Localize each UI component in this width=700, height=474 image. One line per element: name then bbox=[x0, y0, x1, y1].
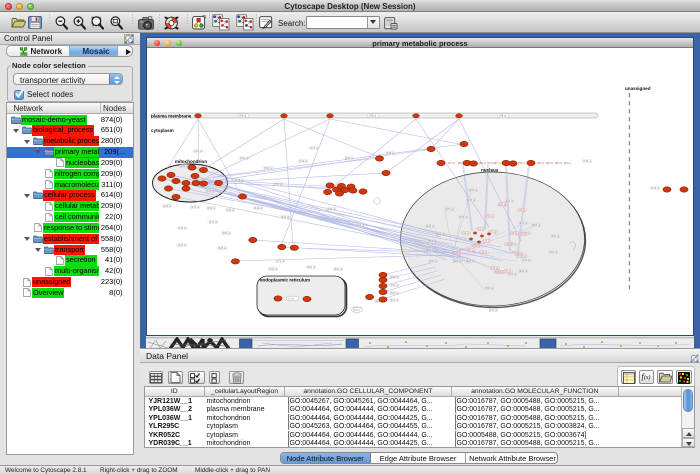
svg-text:[205 o]: [205 o] bbox=[522, 258, 530, 262]
svg-text:[68 o]: [68 o] bbox=[240, 114, 247, 118]
svg-text:[653 o]: [653 o] bbox=[426, 248, 434, 252]
svg-text:[3 o]: [3 o] bbox=[289, 297, 294, 301]
svg-text:[664 o]: [664 o] bbox=[334, 267, 342, 271]
svg-text:[684 o]: [684 o] bbox=[453, 259, 461, 263]
svg-text:[619 o]: [619 o] bbox=[254, 206, 262, 210]
svg-text:[506 o]: [506 o] bbox=[390, 298, 398, 302]
svg-text:[829 o]: [829 o] bbox=[466, 259, 474, 263]
svg-text:[660 o]: [660 o] bbox=[485, 286, 493, 290]
svg-text:[147 o]: [147 o] bbox=[467, 198, 475, 202]
svg-text:[53 o]: [53 o] bbox=[487, 214, 494, 218]
svg-text:[684 o]: [684 o] bbox=[551, 234, 559, 238]
svg-text:[534 o]: [534 o] bbox=[281, 215, 289, 219]
svg-text:[946 o]: [946 o] bbox=[356, 223, 364, 227]
svg-text:[745 o]: [745 o] bbox=[583, 159, 591, 163]
svg-text:endoplasmic reticulum: endoplasmic reticulum bbox=[260, 278, 310, 283]
svg-text:[64 o]: [64 o] bbox=[537, 161, 544, 165]
svg-text:[73 o]: [73 o] bbox=[492, 266, 499, 270]
svg-text:[247 o]: [247 o] bbox=[420, 241, 428, 245]
svg-text:[53 o]: [53 o] bbox=[478, 227, 485, 231]
svg-text:[19 o]: [19 o] bbox=[481, 250, 488, 254]
svg-text:[690 o]: [690 o] bbox=[390, 291, 398, 295]
svg-text:[78 o]: [78 o] bbox=[518, 161, 525, 165]
svg-text:[174 o]: [174 o] bbox=[310, 146, 318, 150]
svg-text:[56 o]: [56 o] bbox=[370, 114, 377, 118]
svg-text:cytoplasm: cytoplasm bbox=[151, 128, 174, 133]
svg-text:[97 o]: [97 o] bbox=[494, 161, 501, 165]
svg-text:[254 o]: [254 o] bbox=[240, 156, 248, 160]
svg-text:plasma membrane: plasma membrane bbox=[151, 114, 192, 119]
svg-text:[160 o]: [160 o] bbox=[327, 207, 335, 211]
svg-text:[192 o]: [192 o] bbox=[307, 265, 315, 269]
svg-text:[696 o]: [696 o] bbox=[390, 275, 398, 279]
svg-text:[69 o]: [69 o] bbox=[555, 161, 562, 165]
svg-text:nucleus: nucleus bbox=[481, 168, 499, 173]
svg-text:[25 o]: [25 o] bbox=[498, 270, 505, 274]
svg-text:[648 o]: [648 o] bbox=[386, 151, 394, 155]
svg-text:[696 o]: [696 o] bbox=[207, 206, 215, 210]
svg-text:[529 o]: [529 o] bbox=[428, 239, 436, 243]
svg-text:[326 o]: [326 o] bbox=[469, 188, 477, 192]
svg-text:[164 o]: [164 o] bbox=[489, 308, 497, 312]
svg-text:[36 o]: [36 o] bbox=[479, 161, 486, 165]
svg-text:[346 o]: [346 o] bbox=[269, 267, 277, 271]
svg-text:[171 o]: [171 o] bbox=[276, 259, 284, 263]
svg-text:[73 o]: [73 o] bbox=[487, 161, 494, 165]
svg-text:[44 o]: [44 o] bbox=[353, 308, 360, 312]
svg-text:[87 o]: [87 o] bbox=[468, 248, 475, 252]
svg-text:[63 o]: [63 o] bbox=[455, 251, 462, 255]
svg-text:[17 o]: [17 o] bbox=[448, 161, 455, 165]
svg-text:[695 o]: [695 o] bbox=[532, 223, 540, 227]
svg-text:[48 o]: [48 o] bbox=[520, 254, 527, 258]
svg-text:[50 o]: [50 o] bbox=[546, 161, 553, 165]
svg-text:[48 o]: [48 o] bbox=[500, 114, 507, 118]
svg-text:[504 o]: [504 o] bbox=[264, 166, 272, 170]
svg-text:unassigned: unassigned bbox=[625, 86, 651, 91]
svg-text:[163 o]: [163 o] bbox=[390, 283, 398, 287]
svg-text:[742 o]: [742 o] bbox=[651, 186, 659, 190]
svg-text:[46 o]: [46 o] bbox=[474, 244, 481, 248]
svg-text:[99 o]: [99 o] bbox=[511, 231, 518, 235]
svg-text:[188 o]: [188 o] bbox=[222, 231, 230, 235]
svg-text:[673 o]: [673 o] bbox=[519, 221, 527, 225]
svg-text:[979 o]: [979 o] bbox=[459, 215, 467, 219]
svg-text:[940 o]: [940 o] bbox=[345, 156, 353, 160]
svg-text:[149 o]: [149 o] bbox=[299, 159, 307, 163]
svg-text:[292 o]: [292 o] bbox=[519, 269, 527, 273]
svg-text:[41 o]: [41 o] bbox=[500, 202, 507, 206]
svg-text:mitochondrion: mitochondrion bbox=[175, 159, 207, 164]
svg-text:[328 o]: [328 o] bbox=[206, 189, 214, 193]
svg-text:[528 o]: [528 o] bbox=[218, 246, 226, 250]
svg-text:[226 o]: [226 o] bbox=[180, 164, 188, 168]
svg-text:[31 o]: [31 o] bbox=[463, 231, 470, 235]
svg-text:[220 o]: [220 o] bbox=[429, 259, 437, 263]
svg-text:[159 o]: [159 o] bbox=[226, 208, 234, 212]
svg-text:[670 o]: [670 o] bbox=[445, 207, 453, 211]
svg-text:[431 o]: [431 o] bbox=[194, 149, 202, 153]
svg-text:[20 o]: [20 o] bbox=[506, 242, 513, 246]
svg-text:[766 o]: [766 o] bbox=[274, 182, 282, 186]
svg-text:[396 o]: [396 o] bbox=[436, 232, 444, 236]
svg-text:[754 o]: [754 o] bbox=[549, 250, 557, 254]
svg-text:[33 o]: [33 o] bbox=[519, 208, 526, 212]
svg-text:[75 o]: [75 o] bbox=[484, 239, 491, 243]
svg-text:[679 o]: [679 o] bbox=[235, 178, 243, 182]
svg-text:[138 o]: [138 o] bbox=[178, 226, 186, 230]
svg-text:[319 o]: [319 o] bbox=[209, 220, 217, 224]
svg-text:[196 o]: [196 o] bbox=[163, 204, 171, 208]
svg-text:[41 o]: [41 o] bbox=[520, 232, 527, 236]
svg-text:[236 o]: [236 o] bbox=[426, 224, 434, 228]
svg-text:[474 o]: [474 o] bbox=[191, 205, 199, 209]
svg-text:[84 o]: [84 o] bbox=[564, 161, 571, 165]
svg-text:[544 o]: [544 o] bbox=[178, 243, 186, 247]
